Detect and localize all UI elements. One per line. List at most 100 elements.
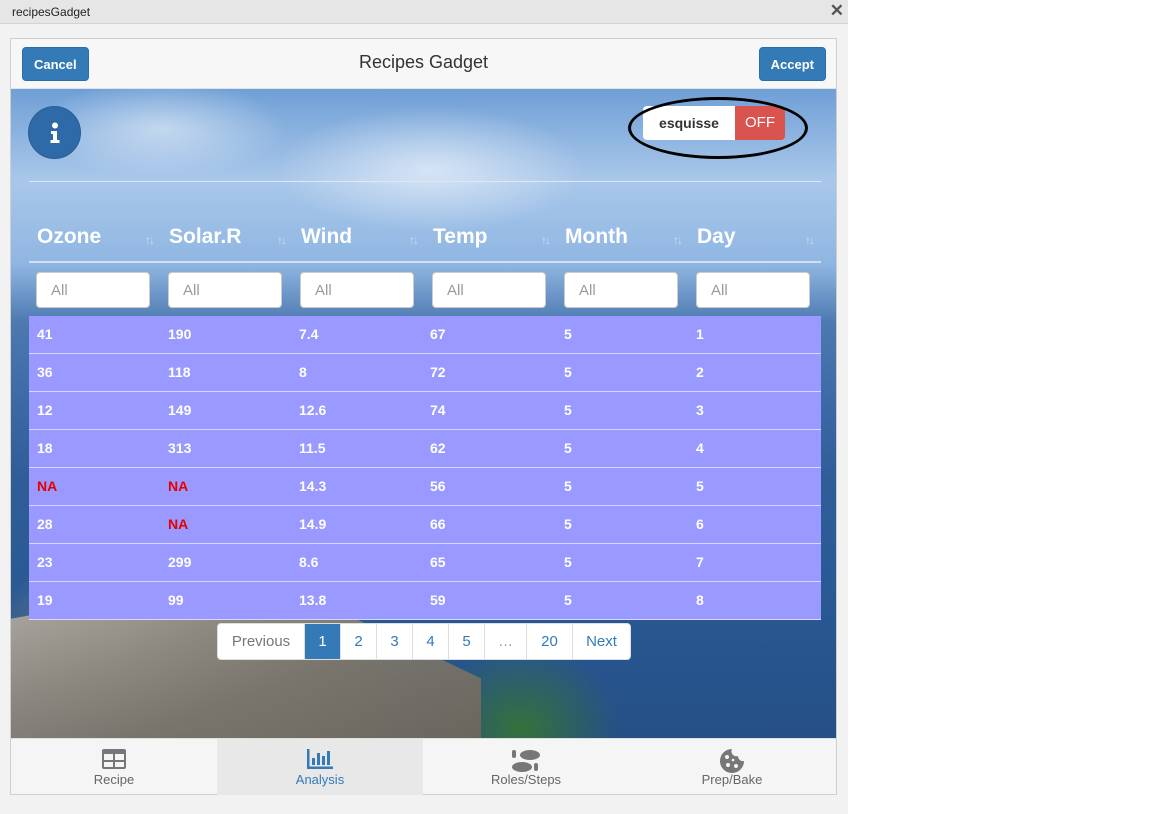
table-row[interactable]: 41 190 7.4 67 5 1 bbox=[29, 316, 821, 354]
table-row[interactable]: 12 149 12.6 74 5 3 bbox=[29, 392, 821, 430]
table-cell: 7 bbox=[696, 554, 704, 570]
table-cell: 2 bbox=[696, 364, 704, 380]
column-header-month[interactable]: Month ↑↓ bbox=[557, 221, 689, 261]
table-cell: 67 bbox=[430, 326, 446, 342]
column-header-temp[interactable]: Temp ↑↓ bbox=[425, 221, 557, 261]
filter-temp[interactable] bbox=[432, 272, 546, 308]
table-cell: 6 bbox=[696, 516, 704, 532]
filter-month[interactable] bbox=[564, 272, 678, 308]
sort-icon: ↑↓ bbox=[409, 233, 419, 247]
table-cell: 12 bbox=[37, 402, 53, 418]
page-button[interactable]: 3 bbox=[376, 624, 412, 659]
tab-recipe[interactable]: Recipe bbox=[11, 739, 217, 795]
table-cell: 18 bbox=[37, 440, 53, 456]
table-row[interactable]: 28 NA 14.9 66 5 6 bbox=[29, 506, 821, 544]
next-page-button[interactable]: Next bbox=[572, 624, 630, 659]
table-cell: 11.5 bbox=[299, 440, 326, 456]
table-row[interactable]: 19 99 13.8 59 5 8 bbox=[29, 582, 821, 620]
table-cell: 299 bbox=[168, 554, 192, 570]
table-row[interactable]: 36 118 8 72 5 2 bbox=[29, 354, 821, 392]
table-cell: 72 bbox=[430, 364, 446, 380]
table-cell: 4 bbox=[696, 440, 704, 456]
table-row[interactable]: NA NA 14.3 56 5 5 bbox=[29, 468, 821, 506]
table-cell: 5 bbox=[564, 364, 572, 380]
gadget-panel: Cancel Recipes Gadget Accept esquisse OF… bbox=[10, 38, 837, 795]
table-cell: 5 bbox=[696, 478, 704, 494]
table-cell: 5 bbox=[564, 326, 572, 342]
table-cell: 1 bbox=[696, 326, 704, 342]
close-icon[interactable]: ✕ bbox=[830, 1, 844, 21]
esquisse-toggle[interactable]: esquisse OFF bbox=[643, 106, 785, 140]
filter-ozone[interactable] bbox=[36, 272, 150, 308]
table-icon bbox=[102, 749, 126, 769]
table-cell: 62 bbox=[430, 440, 446, 456]
cookie-icon bbox=[720, 749, 744, 773]
table-cell: NA bbox=[168, 516, 189, 532]
table-cell: 5 bbox=[564, 478, 572, 494]
page-button[interactable]: 1 bbox=[304, 624, 340, 659]
table-cell: 5 bbox=[564, 516, 572, 532]
sort-icon: ↑↓ bbox=[541, 233, 551, 247]
page-button[interactable]: 20 bbox=[526, 624, 572, 659]
bar-chart-icon bbox=[307, 749, 333, 769]
table-cell: 13.8 bbox=[299, 592, 327, 608]
tab-label: Roles/Steps bbox=[490, 772, 562, 787]
table-cell: 23 bbox=[37, 554, 53, 570]
column-header-day[interactable]: Day ↑↓ bbox=[689, 221, 821, 261]
page-button[interactable]: 2 bbox=[340, 624, 376, 659]
table-cell: 3 bbox=[696, 402, 704, 418]
table-cell: 5 bbox=[564, 554, 572, 570]
page-button[interactable]: 4 bbox=[412, 624, 448, 659]
info-icon bbox=[50, 122, 60, 143]
table-cell: 149 bbox=[168, 402, 192, 418]
table-cell: 7.4 bbox=[299, 326, 319, 342]
column-header-solar-r[interactable]: Solar.R ↑↓ bbox=[161, 221, 293, 261]
table-row[interactable]: 18 313 11.5 62 5 4 bbox=[29, 430, 821, 468]
table-row[interactable]: 23 299 8.6 65 5 7 bbox=[29, 544, 821, 582]
filter-solar-r[interactable] bbox=[168, 272, 282, 308]
table-cell: 5 bbox=[564, 402, 572, 418]
tab-analysis[interactable]: Analysis bbox=[217, 739, 423, 795]
column-header-ozone[interactable]: Ozone ↑↓ bbox=[29, 221, 161, 261]
column-header-label: Day bbox=[697, 225, 736, 248]
sort-icon: ↑↓ bbox=[145, 233, 155, 247]
gadget-header: Cancel Recipes Gadget Accept bbox=[11, 39, 836, 89]
table-cell: 66 bbox=[430, 516, 446, 532]
table-cell: 8 bbox=[299, 364, 307, 380]
column-header-label: Wind bbox=[301, 225, 353, 248]
table-cell: 8.6 bbox=[299, 554, 319, 570]
table-cell: NA bbox=[37, 478, 58, 494]
page-button[interactable]: 5 bbox=[448, 624, 484, 659]
table-cell: 65 bbox=[430, 554, 446, 570]
accept-button[interactable]: Accept bbox=[758, 47, 826, 81]
tab-label: Analysis bbox=[295, 772, 345, 787]
table-cell: 5 bbox=[564, 592, 572, 608]
column-header-label: Month bbox=[565, 225, 628, 248]
content-area: esquisse OFF Ozone ↑↓ Solar.R ↑↓ Wind ↑↓ bbox=[11, 89, 836, 738]
table-cell: 313 bbox=[168, 440, 192, 456]
table-cell: 12.6 bbox=[299, 402, 327, 418]
title-bar: recipesGadget ✕ bbox=[0, 0, 848, 24]
table-cell: 19 bbox=[37, 592, 53, 608]
table-cell: 56 bbox=[430, 478, 446, 494]
table-cell: 99 bbox=[168, 592, 184, 608]
sort-icon: ↑↓ bbox=[673, 233, 683, 247]
table-cell: 14.3 bbox=[299, 478, 327, 494]
toggle-label: esquisse bbox=[643, 106, 735, 140]
table-cell: 36 bbox=[37, 364, 53, 380]
filter-wind[interactable] bbox=[300, 272, 414, 308]
table-cell: NA bbox=[168, 478, 189, 494]
table-cell: 8 bbox=[696, 592, 704, 608]
table-cell: 5 bbox=[564, 440, 572, 456]
previous-page-button[interactable]: Previous bbox=[218, 624, 304, 659]
tab-label: Prep/Bake bbox=[701, 772, 763, 787]
pagination: Previous 1 2 3 4 5… 20 Next bbox=[217, 623, 631, 660]
tab-roles-steps[interactable]: Roles/Steps bbox=[423, 739, 629, 795]
info-button[interactable] bbox=[28, 106, 81, 159]
column-header-wind[interactable]: Wind ↑↓ bbox=[293, 221, 425, 261]
page-ellipsis: … bbox=[484, 624, 526, 659]
filter-day[interactable] bbox=[696, 272, 810, 308]
tab-prep-bake[interactable]: Prep/Bake bbox=[629, 739, 835, 795]
gadget-title: Recipes Gadget bbox=[358, 52, 489, 72]
table-cell: 14.9 bbox=[299, 516, 327, 532]
